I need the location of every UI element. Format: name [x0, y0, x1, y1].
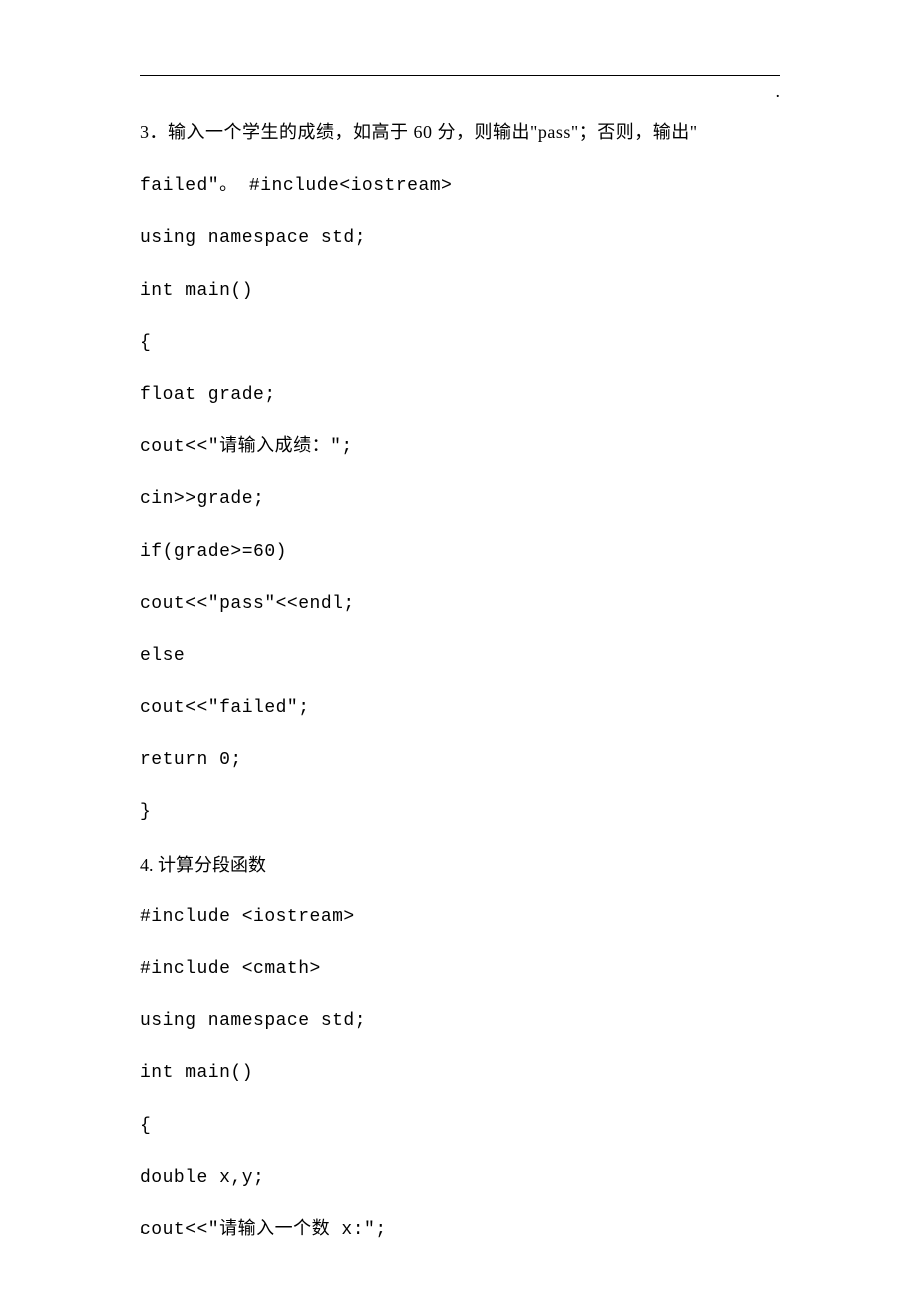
q3-prompt-line2: failed"。 #include<iostream> — [140, 158, 780, 212]
q3-prompt-line1: 3．输入一个学生的成绩，如高于 60 分，则输出"pass"；否则，输出" — [140, 106, 780, 158]
q4-code-line: { — [140, 1100, 780, 1152]
q4-code-line: int main() — [140, 1047, 780, 1099]
q3-code-line: if(grade>=60) — [140, 526, 780, 578]
document-page: . 3．输入一个学生的成绩，如高于 60 分，则输出"pass"；否则，输出" … — [0, 0, 920, 1302]
q4-title: 4. 计算分段函数 — [140, 839, 780, 891]
q3-code-line: else — [140, 630, 780, 682]
q3-code-line: int main() — [140, 265, 780, 317]
footer-dot: . — [140, 1206, 144, 1252]
q3-code-line: using namespace std; — [140, 212, 780, 264]
header-rule — [140, 75, 780, 76]
q4-code-line: #include <iostream> — [140, 891, 780, 943]
q4-code-line: #include <cmath> — [140, 943, 780, 995]
q3-code-line: { — [140, 317, 780, 369]
q3-code-line: cout<<"pass"<<endl; — [140, 578, 780, 630]
q3-code-line: return 0; — [140, 734, 780, 786]
q3-code-line: cout<<"failed"; — [140, 682, 780, 734]
q3-code-line: cout<<"请输入成绩："; — [140, 421, 780, 473]
header-dot: . — [776, 65, 781, 117]
q3-code-line: float grade; — [140, 369, 780, 421]
q4-code-line: cout<<"请输入一个数 x:"; — [140, 1204, 780, 1256]
q4-code-line: using namespace std; — [140, 995, 780, 1047]
q4-code-line: double x,y; — [140, 1152, 780, 1204]
q3-prompt-line2-text: failed"。 #include<iostream> — [140, 176, 452, 196]
q3-code-line: } — [140, 786, 780, 838]
q3-code-line: cin>>grade; — [140, 473, 780, 525]
